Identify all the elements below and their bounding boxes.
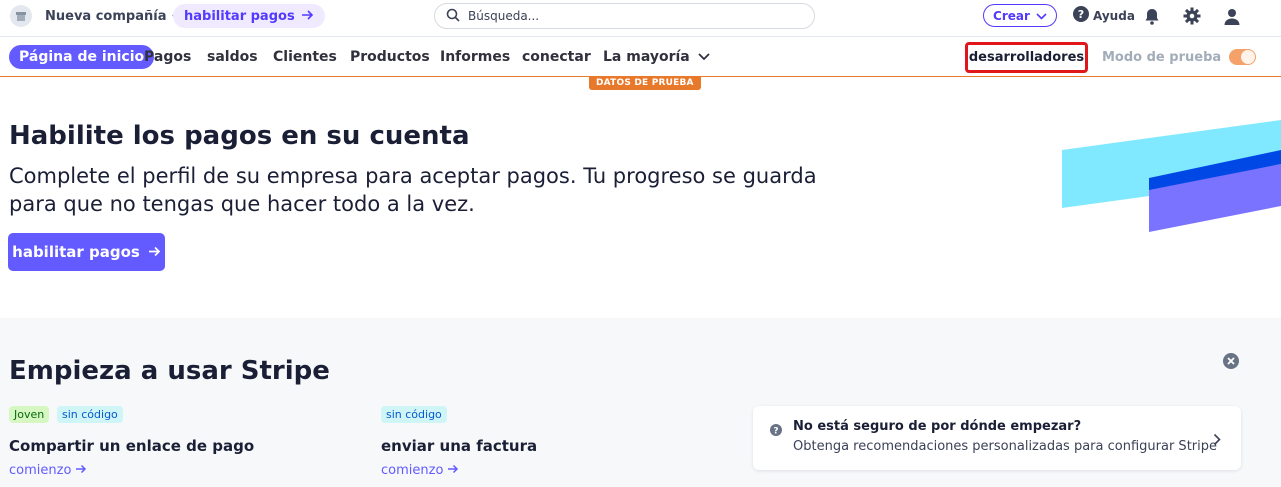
developers-link[interactable]: desarrolladores [965,42,1088,73]
invoice-card-title: enviar una factura [381,437,538,455]
svg-text:?: ? [1078,8,1084,21]
search-bar[interactable] [434,3,815,29]
help-icon: ? [1073,6,1089,25]
arrow-right-icon [75,463,87,478]
svg-text:?: ? [773,427,778,437]
create-label: Crear [993,8,1030,23]
chevron-right-icon [1213,431,1221,450]
arrow-right-icon [447,463,459,478]
tag-label: sin código [381,406,447,423]
close-icon[interactable] [1223,353,1239,369]
payment-link-card-title: Compartir un enlace de pago [9,437,255,455]
main-nav: Página de inicio Pagos saldos Clientes P… [0,36,1281,77]
getting-started-title: Empieza a usar Stripe [9,356,330,386]
search-icon [446,7,460,26]
activate-payments-label: habilitar pagos [184,8,295,24]
toggle-knob [1241,50,1256,64]
activate-payments-button-label: habilitar pagos [12,243,140,261]
nav-item-payments[interactable]: Pagos [144,45,191,69]
store-icon [10,5,32,27]
payment-link-start-link[interactable]: comienzo [9,463,87,478]
create-button[interactable]: Crear [983,4,1057,27]
start-link-label: comienzo [9,463,72,478]
chevron-down-icon [1036,9,1047,23]
test-data-badge: DATOS DE PRUEBA [589,76,701,90]
nav-item-balances[interactable]: saldos [207,45,258,69]
chevron-down-icon [698,49,710,65]
test-mode-toggle[interactable] [1229,49,1257,65]
tag-label: Joven [9,406,50,423]
nav-item-more[interactable]: La mayoría [603,45,710,69]
hero-title: Habilite los pagos en su cuenta [9,121,470,151]
getting-started-section: Empieza a usar Stripe Joven sin código C… [0,318,1281,487]
tag-label: sin código [57,406,123,423]
nav-item-reports[interactable]: Informes [440,45,510,69]
company-name: Nueva compañía [45,8,167,24]
start-link-label: comienzo [381,463,444,478]
user-icon[interactable] [1222,6,1242,26]
gear-icon[interactable] [1182,6,1202,26]
decorative-stripes [1062,120,1281,232]
help-icon: ? [770,421,782,437]
developers-label: desarrolladores [968,50,1085,65]
activate-payments-pill[interactable]: habilitar pagos [173,4,325,28]
activate-payments-button[interactable]: habilitar pagos [8,233,165,271]
company-switcher[interactable]: Nueva compañía [10,5,185,27]
nav-item-products[interactable]: Productos [350,45,430,69]
search-input[interactable] [468,9,768,23]
recommendations-subtitle: Obtenga recomendaciones personalizadas p… [793,439,1217,454]
help-label: Ayuda [1093,8,1135,23]
arrow-right-icon [301,9,314,24]
test-mode-label: Modo de prueba [1102,49,1222,65]
nav-item-home[interactable]: Página de inicio [9,45,155,69]
nav-item-more-label: La mayoría [603,49,690,65]
invoice-start-link[interactable]: comienzo [381,463,459,478]
hero-description: Complete el perfil de su empresa para ac… [9,164,817,216]
test-mode-control[interactable]: Modo de prueba [1102,49,1257,65]
nav-item-connect[interactable]: conectar [522,45,591,69]
recommendations-title: No está seguro de por dónde empezar? [793,419,1082,434]
recommendations-card[interactable]: ? No está seguro de por dónde empezar? O… [753,406,1241,470]
bell-icon[interactable] [1142,6,1162,26]
help-button[interactable]: ? Ayuda [1073,6,1135,25]
nav-item-customers[interactable]: Clientes [273,45,337,69]
arrow-right-icon [148,243,161,261]
top-bar: Nueva compañía habilitar pagos Crear ? A… [0,0,1281,36]
